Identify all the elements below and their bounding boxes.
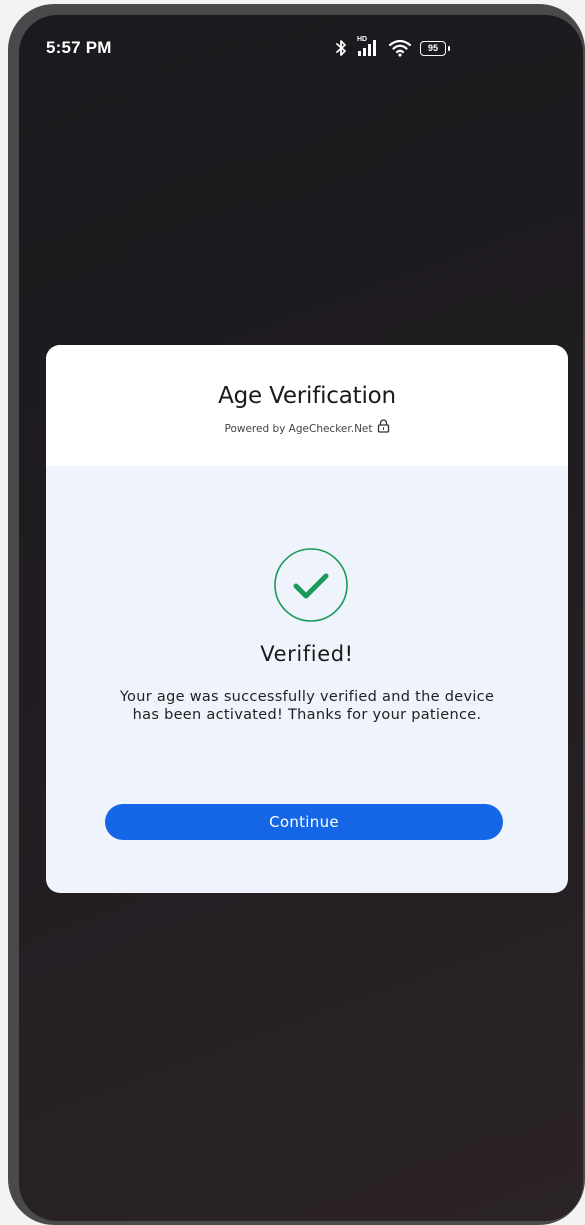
status-bar: 5:57 PM HD 95 xyxy=(19,15,583,75)
signal-icon: HD xyxy=(356,36,380,57)
verified-message: Your age was successfully verified and t… xyxy=(119,689,495,723)
powered-by-row: Powered by AgeChecker.Net xyxy=(46,419,568,438)
status-time: 5:57 PM xyxy=(46,38,112,57)
modal-body: Verified! Your age was successfully veri… xyxy=(46,466,568,893)
age-verification-modal: Age Verification Powered by AgeChecker.N… xyxy=(46,345,568,893)
battery-level: 95 xyxy=(427,43,438,53)
powered-by-text: Powered by AgeChecker.Net xyxy=(224,422,373,435)
verified-title: Verified! xyxy=(260,642,354,666)
lock-icon xyxy=(377,419,390,438)
wifi-icon xyxy=(389,39,411,57)
status-icons: HD 95 xyxy=(335,36,450,59)
continue-button[interactable]: Continue xyxy=(105,804,503,840)
battery-icon: 95 xyxy=(420,40,450,56)
phone-frame: 5:57 PM HD 95 Age Verification Powered b… xyxy=(8,4,585,1225)
bluetooth-icon xyxy=(335,39,347,57)
modal-header: Age Verification Powered by AgeChecker.N… xyxy=(46,345,568,466)
check-circle-icon xyxy=(274,548,348,622)
screen: 5:57 PM HD 95 Age Verification Powered b… xyxy=(19,15,583,1221)
modal-title: Age Verification xyxy=(218,383,396,409)
